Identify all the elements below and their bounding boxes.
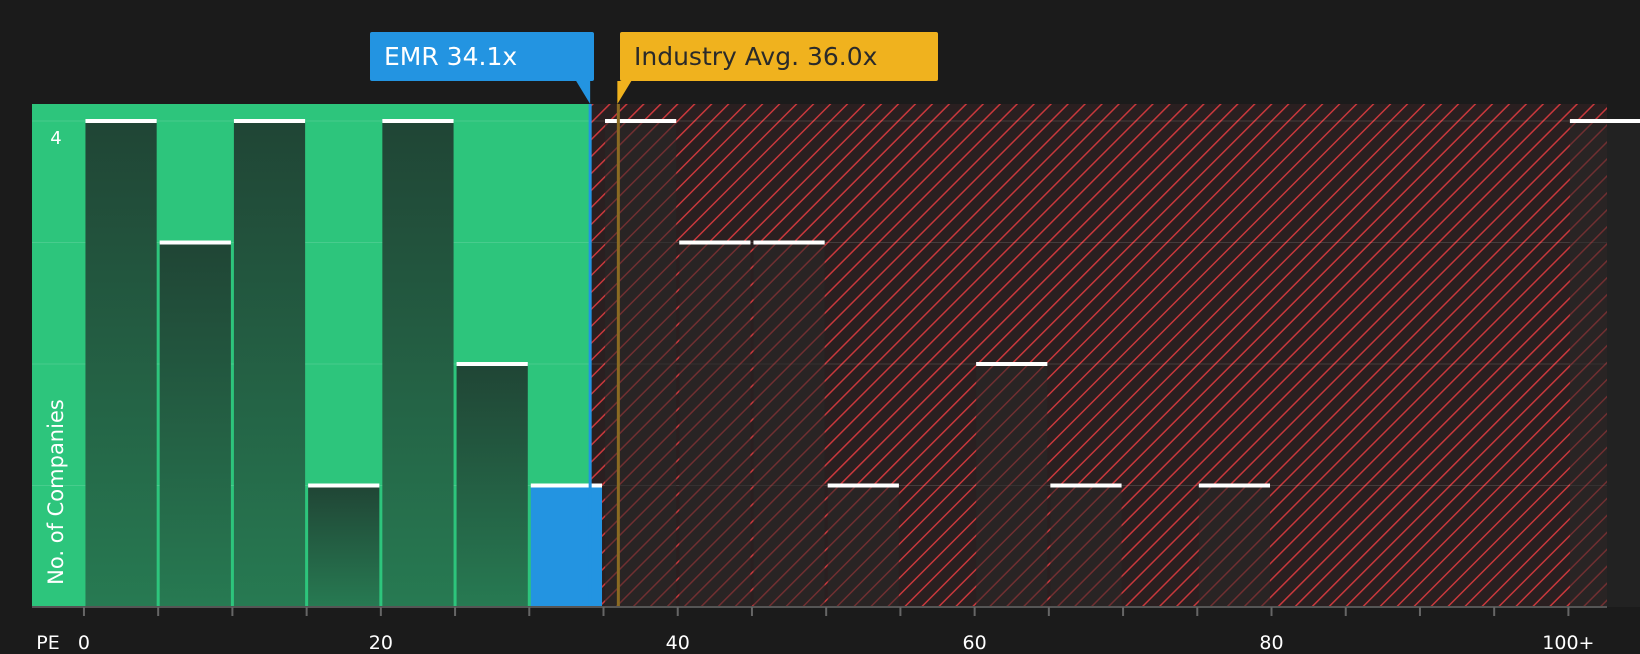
histogram-bar [1198, 485, 1271, 607]
histogram-bar [85, 121, 157, 608]
x-tick-label: 60 [963, 632, 987, 650]
bar-cap [976, 362, 1048, 367]
histogram-bar [827, 485, 899, 607]
pe-distribution-chart: 0 20 40 60 80 100+ No. of Companies 4 PE EMR … [0, 0, 1640, 654]
y-axis-label: No. of Companies [44, 399, 68, 585]
x-tick-label: 80 [1259, 632, 1283, 650]
histogram-bar [233, 121, 306, 608]
bar-cap [159, 240, 231, 245]
industry-avg-callout: Industry Avg. 36.0x [620, 32, 938, 81]
histogram-bar [605, 121, 677, 608]
x-axis-label: PE [36, 632, 59, 650]
bar-cap [233, 119, 306, 124]
x-tick-label: 20 [369, 632, 393, 650]
histogram-bar [308, 485, 380, 607]
bar-cap [605, 119, 677, 124]
histogram-bar [976, 364, 1048, 607]
bar-cap [382, 119, 454, 124]
histogram-bar [753, 242, 825, 607]
industry-callout-pointer [617, 81, 632, 104]
histogram-bar [1569, 121, 1640, 608]
x-tick-label: 0 [78, 632, 90, 650]
histogram-bar [1050, 485, 1122, 607]
histogram-bar [382, 121, 454, 608]
histogram-bar [159, 242, 231, 607]
bar-cap [753, 240, 825, 245]
y-tick-label: 4 [50, 128, 61, 149]
x-tick-label: 100+ [1542, 632, 1594, 650]
histogram-bar [679, 242, 751, 607]
bar-cap [679, 240, 751, 245]
bar-cap [1198, 483, 1271, 488]
company-callout-pointer [576, 81, 591, 104]
bar-cap [85, 119, 157, 124]
histogram-bar [456, 364, 528, 607]
bar-cap [827, 483, 899, 488]
bar-cap [1569, 119, 1640, 124]
bar-cap [1050, 483, 1122, 488]
x-tick-label: 40 [666, 632, 690, 650]
chart-svg: 0 20 40 60 80 100+ No. of Companies 4 PE [32, 81, 1640, 654]
bar-cap [308, 483, 380, 488]
company-pe-callout: EMR 34.1x [370, 32, 594, 81]
bar-cap [456, 362, 528, 367]
